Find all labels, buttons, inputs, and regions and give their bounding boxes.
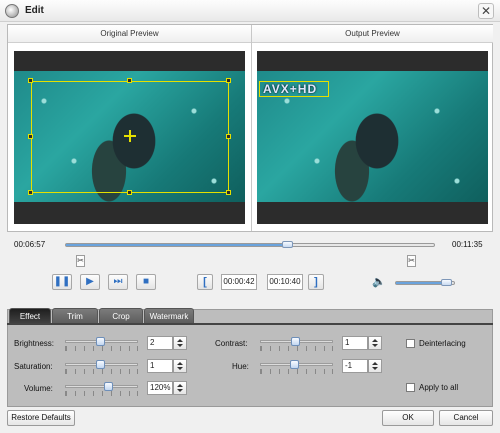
apply-to-all-label: Apply to all xyxy=(419,383,459,392)
contrast-input[interactable]: 1 xyxy=(342,336,368,350)
crop-handle[interactable] xyxy=(28,78,33,83)
tab-trim[interactable]: Trim xyxy=(52,308,98,324)
output-preview-title: Output Preview xyxy=(252,25,493,43)
brightness-ticks xyxy=(65,346,138,351)
progress-fill xyxy=(66,244,287,246)
set-start-button[interactable]: [ xyxy=(197,274,213,290)
crop-handle[interactable] xyxy=(28,190,33,195)
cancel-button[interactable]: Cancel xyxy=(439,410,493,426)
brightness-label: Brightness: xyxy=(14,339,55,348)
contrast-thumb[interactable] xyxy=(291,337,300,346)
saturation-spinner[interactable] xyxy=(173,359,187,373)
tab-crop[interactable]: Crop xyxy=(99,308,143,324)
set-end-button[interactable]: ] xyxy=(308,274,324,290)
pause-button[interactable]: ❚❚ xyxy=(52,274,72,290)
volume-icon[interactable]: 🔈 xyxy=(372,275,386,288)
next-frame-button[interactable]: ⏭ xyxy=(108,274,128,290)
original-preview-title: Original Preview xyxy=(8,25,251,43)
deinterlacing-checkbox[interactable] xyxy=(406,339,415,348)
hue-ticks xyxy=(260,369,333,374)
progress-slider[interactable] xyxy=(65,243,435,247)
volume-effect-slider[interactable] xyxy=(65,385,138,388)
contrast-ticks xyxy=(260,346,333,351)
volume-ticks xyxy=(65,391,138,396)
original-video[interactable] xyxy=(14,51,245,224)
preview-divider xyxy=(251,25,252,231)
total-time: 00:11:35 xyxy=(452,240,483,249)
start-time-field[interactable]: 00:00:42 xyxy=(221,274,257,290)
play-button[interactable]: ▶ xyxy=(80,274,100,290)
brightness-spinner[interactable] xyxy=(173,336,187,350)
saturation-thumb[interactable] xyxy=(96,360,105,369)
deinterlacing-label: Deinterlacing xyxy=(419,339,466,348)
close-button[interactable]: ✕ xyxy=(478,3,494,19)
brightness-thumb[interactable] xyxy=(96,337,105,346)
saturation-input[interactable]: 1 xyxy=(147,359,173,373)
end-time-field[interactable]: 00:10:40 xyxy=(267,274,303,290)
brightness-input[interactable]: 2 xyxy=(147,336,173,350)
crop-handle[interactable] xyxy=(127,190,132,195)
crop-handle[interactable] xyxy=(28,134,33,139)
crop-handle[interactable] xyxy=(226,78,231,83)
output-video: AVX+HD xyxy=(257,51,488,224)
hue-label: Hue: xyxy=(232,362,249,371)
watermark-text: AVX+HD xyxy=(263,82,318,96)
window-title: Edit xyxy=(25,5,44,16)
crop-center-mark xyxy=(129,130,131,142)
crop-handle[interactable] xyxy=(127,78,132,83)
volume-label: Volume: xyxy=(24,384,53,393)
tab-strip xyxy=(7,323,493,325)
hue-thumb[interactable] xyxy=(290,360,299,369)
volume-spinner[interactable] xyxy=(173,381,187,395)
crop-handle[interactable] xyxy=(226,190,231,195)
tab-effect[interactable]: Effect xyxy=(9,308,51,324)
volume-fill xyxy=(396,282,446,284)
hue-spinner[interactable] xyxy=(368,359,382,373)
app-icon xyxy=(5,4,19,18)
play-icon: ▶ xyxy=(86,276,94,287)
volume-input[interactable]: 120% xyxy=(147,381,173,395)
saturation-label: Saturation: xyxy=(14,362,53,371)
apply-to-all-checkbox[interactable] xyxy=(406,383,415,392)
volume-effect-thumb[interactable] xyxy=(104,382,113,391)
crop-handle[interactable] xyxy=(226,134,231,139)
next-frame-icon: ⏭ xyxy=(113,276,123,287)
title-bar: Edit ✕ xyxy=(0,0,500,22)
volume-thumb[interactable] xyxy=(441,279,452,286)
saturation-ticks xyxy=(65,369,138,374)
stop-button[interactable]: ■ xyxy=(136,274,156,290)
contrast-label: Contrast: xyxy=(215,339,248,348)
preview-frame: Original Preview Output Preview AVX+HD xyxy=(7,24,493,232)
tab-watermark[interactable]: Watermark xyxy=(144,308,194,324)
pause-icon: ❚❚ xyxy=(53,276,71,287)
progress-thumb[interactable] xyxy=(282,241,293,248)
stop-icon: ■ xyxy=(142,276,150,287)
restore-defaults-button[interactable]: Restore Defaults xyxy=(7,410,75,426)
current-time: 00:06:57 xyxy=(14,240,46,249)
trim-end-marker[interactable]: ✂ xyxy=(407,255,416,267)
ok-button[interactable]: OK xyxy=(382,410,434,426)
hue-input[interactable]: -1 xyxy=(342,359,368,373)
trim-start-marker[interactable]: ✂ xyxy=(76,255,85,267)
contrast-spinner[interactable] xyxy=(368,336,382,350)
